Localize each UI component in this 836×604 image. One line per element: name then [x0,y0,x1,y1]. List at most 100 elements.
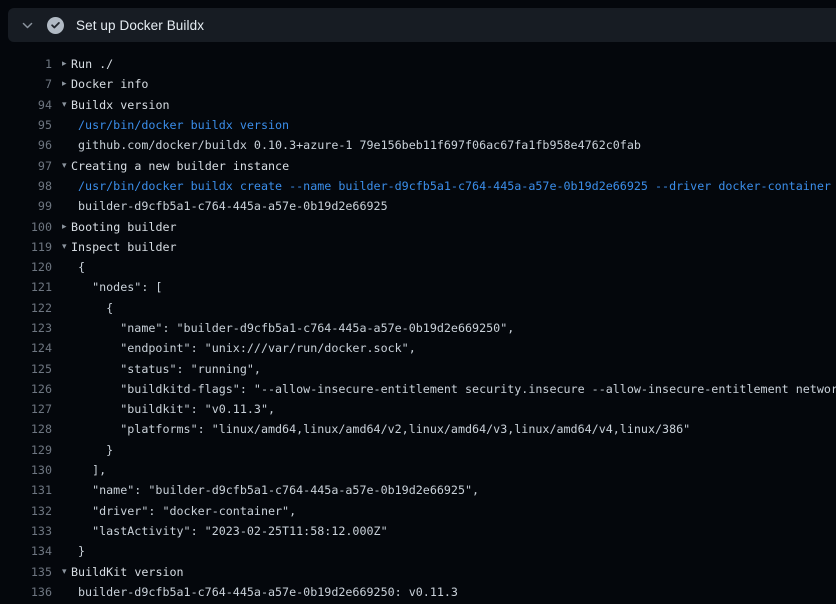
log-line: 120{ [0,257,836,277]
line-number[interactable]: 125 [0,362,52,376]
log-output-text: "buildkitd-flags": "--allow-insecure-ent… [52,382,836,396]
log-group-header[interactable]: ▸Booting builder [52,220,836,234]
triangle-expanded-icon: ▾ [62,100,71,110]
line-number[interactable]: 119 [0,240,52,254]
log-line: 7▸Docker info [0,74,836,94]
line-number[interactable]: 122 [0,301,52,315]
log-group-header[interactable]: ▾BuildKit version [52,565,836,579]
group-title: Creating a new builder instance [71,159,289,173]
line-number[interactable]: 130 [0,463,52,477]
log-output-text: github.com/docker/buildx 0.10.3+azure-1 … [52,138,836,152]
log-group-header[interactable]: ▸Run ./ [52,57,836,71]
log-command-text: /usr/bin/docker buildx version [52,118,836,132]
line-number[interactable]: 94 [0,98,52,112]
line-number[interactable]: 135 [0,565,52,579]
step-title: Set up Docker Buildx [76,18,204,33]
log-line: 97▾Creating a new builder instance [0,155,836,175]
log-group-header[interactable]: ▸Docker info [52,77,836,91]
actions-log-panel: Set up Docker Buildx 1▸Run ./7▸Docker in… [0,0,836,604]
log-line: 96github.com/docker/buildx 0.10.3+azure-… [0,135,836,155]
group-title: BuildKit version [71,565,184,579]
log-line: 122 { [0,298,836,318]
log-group-header[interactable]: ▾Buildx version [52,98,836,112]
log-output-text: { [52,260,836,274]
log-line: 129 } [0,440,836,460]
triangle-expanded-icon: ▾ [62,242,71,252]
log-line: 124 "endpoint": "unix:///var/run/docker.… [0,338,836,358]
log-line: 127 "buildkit": "v0.11.3", [0,399,836,419]
line-number[interactable]: 136 [0,585,52,599]
line-number[interactable]: 96 [0,138,52,152]
log-group-header[interactable]: ▾Creating a new builder instance [52,159,836,173]
log-output-text: "buildkit": "v0.11.3", [52,402,836,416]
log-output-text: "platforms": "linux/amd64,linux/amd64/v2… [52,422,836,436]
line-number[interactable]: 97 [0,159,52,173]
log-output-text: "endpoint": "unix:///var/run/docker.sock… [52,341,836,355]
log-line: 131 "name": "builder-d9cfb5a1-c764-445a-… [0,480,836,500]
triangle-collapsed-icon: ▸ [62,79,71,89]
log-line: 133 "lastActivity": "2023-02-25T11:58:12… [0,521,836,541]
log-output-text: "nodes": [ [52,280,836,294]
line-number[interactable]: 120 [0,260,52,274]
line-number[interactable]: 95 [0,118,52,132]
line-number[interactable]: 123 [0,321,52,335]
triangle-collapsed-icon: ▸ [62,222,71,232]
log-output-text: ], [52,463,836,477]
log-line: 94▾Buildx version [0,95,836,115]
line-number[interactable]: 121 [0,280,52,294]
log-line: 128 "platforms": "linux/amd64,linux/amd6… [0,419,836,439]
line-number[interactable]: 132 [0,504,52,518]
line-number[interactable]: 124 [0,341,52,355]
log-output-text: "status": "running", [52,362,836,376]
log-line: 99builder-d9cfb5a1-c764-445a-a57e-0b19d2… [0,196,836,216]
log-output-text: { [52,301,836,315]
group-title: Docker info [71,77,148,91]
log-line: 136builder-d9cfb5a1-c764-445a-a57e-0b19d… [0,582,836,602]
group-title: Buildx version [71,98,170,112]
log-line: 98/usr/bin/docker buildx create --name b… [0,176,836,196]
line-number[interactable]: 127 [0,402,52,416]
log-line: 1▸Run ./ [0,54,836,74]
log-output-text: "name": "builder-d9cfb5a1-c764-445a-a57e… [52,483,836,497]
log-line: 123 "name": "builder-d9cfb5a1-c764-445a-… [0,318,836,338]
log-output-text: builder-d9cfb5a1-c764-445a-a57e-0b19d2e6… [52,199,836,213]
triangle-expanded-icon: ▾ [62,161,71,171]
log-line: 119▾Inspect builder [0,237,836,257]
log-line: 125 "status": "running", [0,358,836,378]
line-number[interactable]: 131 [0,483,52,497]
log-line: 130 ], [0,460,836,480]
log-output-text: } [52,443,836,457]
line-number[interactable]: 129 [0,443,52,457]
triangle-expanded-icon: ▾ [62,567,71,577]
log-line: 135▾BuildKit version [0,561,836,581]
group-title: Run ./ [71,57,113,71]
line-number[interactable]: 126 [0,382,52,396]
log-output-text: builder-d9cfb5a1-c764-445a-a57e-0b19d2e6… [52,585,836,599]
log-output-text: } [52,544,836,558]
log-container: 1▸Run ./7▸Docker info94▾Buildx version95… [0,54,836,602]
log-group-header[interactable]: ▾Inspect builder [52,240,836,254]
line-number[interactable]: 98 [0,179,52,193]
step-header[interactable]: Set up Docker Buildx [8,8,836,42]
log-line: 95/usr/bin/docker buildx version [0,115,836,135]
line-number[interactable]: 128 [0,422,52,436]
line-number[interactable]: 1 [0,57,52,71]
group-title: Booting builder [71,220,177,234]
triangle-collapsed-icon: ▸ [62,59,71,69]
log-output-text: "name": "builder-d9cfb5a1-c764-445a-a57e… [52,321,836,335]
log-line: 126 "buildkitd-flags": "--allow-insecure… [0,379,836,399]
log-output-text: "lastActivity": "2023-02-25T11:58:12.000… [52,524,836,538]
chevron-down-icon[interactable] [21,19,34,32]
line-number[interactable]: 100 [0,220,52,234]
log-line: 132 "driver": "docker-container", [0,501,836,521]
group-title: Inspect builder [71,240,177,254]
line-number[interactable]: 99 [0,199,52,213]
line-number[interactable]: 7 [0,77,52,91]
line-number[interactable]: 134 [0,544,52,558]
log-line: 134} [0,541,836,561]
log-line: 121 "nodes": [ [0,277,836,297]
line-number[interactable]: 133 [0,524,52,538]
check-circle-icon [47,17,64,34]
log-output-text: "driver": "docker-container", [52,504,836,518]
log-command-text: /usr/bin/docker buildx create --name bui… [52,179,836,193]
